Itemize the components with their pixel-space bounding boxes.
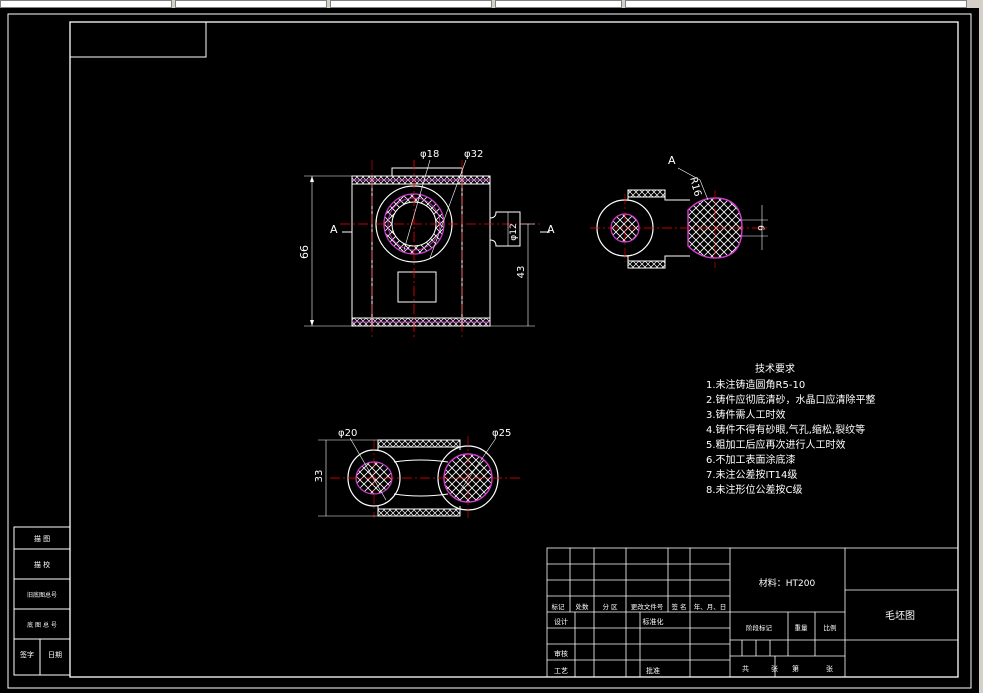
dim-height: 66	[298, 245, 311, 259]
tb-header-cell: 年、月、日	[694, 602, 727, 611]
sheet-border	[7, 13, 972, 689]
dim-offset: 43	[516, 266, 527, 279]
strip-label: 旧底图总号	[27, 591, 57, 599]
tech-req-item: 6.不加工表面涂底漆	[706, 453, 796, 466]
tb-weight: 重量	[795, 624, 809, 632]
tb-sheets: 张	[771, 664, 778, 673]
dim-bottom-height: 33	[314, 470, 325, 483]
dim-radius: R16	[687, 176, 703, 198]
tb-stage-mark: 阶段标记	[746, 623, 773, 632]
tb-sheets: 张	[826, 664, 833, 673]
strip-label: 日期	[48, 651, 62, 659]
tb-sheets: 共	[742, 664, 749, 673]
tb-standardize: 标准化	[643, 617, 664, 626]
dim-width: 6	[755, 225, 765, 231]
drawing-canvas[interactable]: 描 图 描 校 旧底图总号 底 图 总 号 签字 日期 66 43 φ12 φ1…	[0, 0, 983, 693]
tb-design: 设计	[554, 617, 568, 626]
tech-req-item: 4.铸件不得有砂眼,气孔,缩松,裂纹等	[706, 423, 865, 436]
tb-review: 审核	[554, 649, 568, 658]
tb-scale: 比例	[824, 623, 837, 632]
side-section-mark: A	[668, 154, 676, 167]
left-strip: 描 图 描 校 旧底图总号 底 图 总 号 签字 日期	[13, 526, 71, 676]
strip-label: 底 图 总 号	[27, 621, 57, 629]
dim-d-large: φ32	[464, 149, 483, 160]
strip-label: 描 图	[34, 534, 50, 543]
tb-header-cell: 签 名	[671, 602, 686, 611]
tech-req-item: 8.未注形位公差按C级	[706, 483, 803, 496]
tb-header-cell: 处数	[576, 602, 590, 611]
tb-sheets: 第	[792, 664, 799, 673]
tech-req-item: 7.未注公差按IT14级	[706, 468, 797, 481]
tb-approve: 批准	[646, 666, 660, 675]
tb-process: 工艺	[554, 667, 568, 675]
code-box	[69, 21, 207, 58]
tech-req-item: 5.粗加工后应再次进行人工时效	[706, 438, 846, 451]
drawing-frame	[69, 21, 959, 678]
dim-d-left: φ20	[338, 428, 357, 439]
strip-label: 签字	[20, 650, 34, 659]
dim-d-right: φ25	[492, 428, 511, 439]
dim-boss: φ12	[509, 223, 519, 240]
section-mark-left: A	[330, 223, 338, 236]
tb-header-cell: 标记	[552, 602, 566, 611]
strip-label: 描 校	[34, 560, 50, 569]
tb-header-cell: 分 区	[602, 602, 618, 611]
dim-d-small: φ18	[420, 149, 439, 160]
technical-requirements: 技术要求 1.未注铸造圆角R5-10 2.铸件应彻底清砂，水晶口应清除平整 3.…	[706, 362, 876, 496]
tech-req-item: 2.铸件应彻底清砂，水晶口应清除平整	[706, 393, 876, 406]
tech-req-title: 技术要求	[755, 362, 795, 375]
front-view: 66 43 φ12 φ18 φ32 A A	[298, 149, 555, 340]
tb-material: 材料：HT200	[759, 577, 816, 589]
tech-req-item: 3.铸件需人工时效	[706, 408, 786, 421]
tb-header-cell: 更改文件号	[631, 602, 664, 611]
tech-req-item: 1.未注铸造圆角R5-10	[706, 378, 805, 391]
bottom-view: 33 φ20 φ25	[314, 428, 520, 520]
tb-drawing-name: 毛坯图	[885, 610, 915, 622]
section-mark-right: A	[547, 223, 555, 236]
side-view: A R16 6	[590, 154, 770, 269]
